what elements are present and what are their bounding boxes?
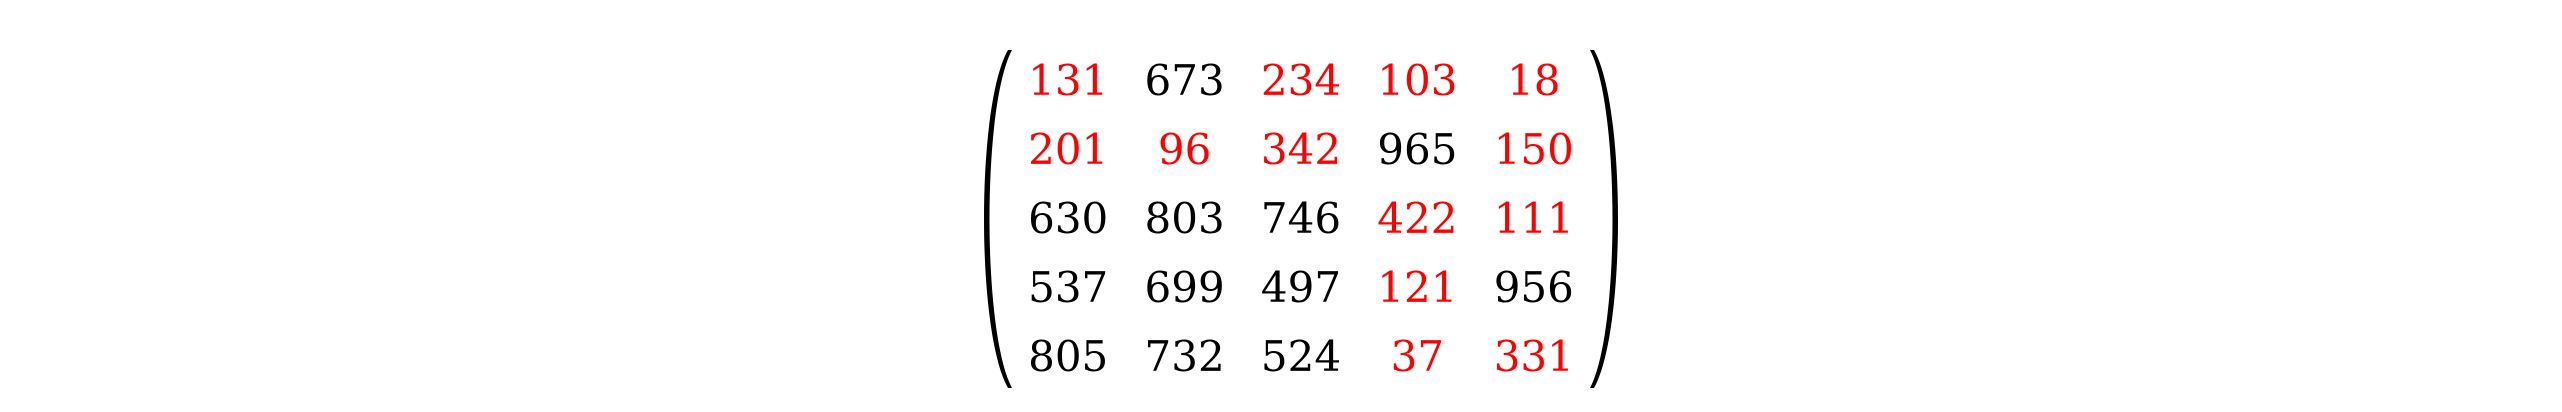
matrix-cell-r5-c3: 524 xyxy=(1260,332,1342,382)
matrix-cell-r3-c4: 422 xyxy=(1377,193,1458,243)
matrix-cell-r1-c3: 234 xyxy=(1260,55,1342,105)
matrix-cell-r1-c2: 673 xyxy=(1144,55,1225,105)
matrix-cell-r2-c5: 150 xyxy=(1493,124,1574,174)
matrix-cell-r4-c5: 956 xyxy=(1493,263,1574,313)
matrix-cell-r1-c5: 18 xyxy=(1507,55,1561,105)
matrix: 131 673 234 103 18 201 96 342 965 150 630 803 746 422… xyxy=(976,46,1626,392)
matrix-cell-r1-c1: 131 xyxy=(1028,55,1109,105)
matrix-cell-r3-c5: 111 xyxy=(1493,193,1574,243)
matrix-cell-r4-c2: 699 xyxy=(1144,263,1225,313)
matrix-cell-r4-c1: 537 xyxy=(1028,263,1109,313)
matrix-cell-r2-c2: 96 xyxy=(1157,124,1212,174)
matrix-cell-r4-c3: 497 xyxy=(1260,263,1342,313)
matrix-cell-r4-c4: 121 xyxy=(1377,263,1458,313)
matrix-cell-r5-c5: 331 xyxy=(1493,332,1574,382)
matrix-cell-r2-c3: 342 xyxy=(1260,124,1342,174)
matrix-cell-r1-c4: 103 xyxy=(1377,55,1458,105)
matrix-cell-r3-c2: 803 xyxy=(1144,193,1225,243)
matrix-cell-r5-c1: 805 xyxy=(1028,332,1109,382)
matrix-cell-r3-c3: 746 xyxy=(1260,193,1342,243)
right-parenthesis xyxy=(1586,46,1626,392)
matrix-cell-r5-c4: 37 xyxy=(1390,332,1445,382)
matrix-grid: 131 673 234 103 18 201 96 342 965 150 630 803 746 422… xyxy=(1010,46,1592,392)
matrix-cell-r2-c4: 965 xyxy=(1377,124,1458,174)
matrix-cell-r3-c1: 630 xyxy=(1028,193,1109,243)
matrix-cell-r2-c1: 201 xyxy=(1028,124,1109,174)
matrix-cell-r5-c2: 732 xyxy=(1144,332,1225,382)
